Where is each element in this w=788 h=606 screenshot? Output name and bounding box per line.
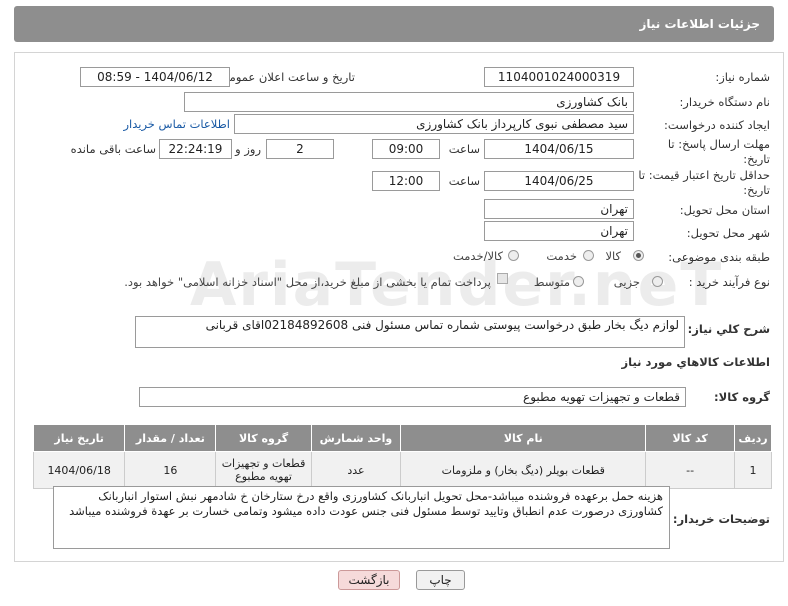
requester-label: ایجاد کننده درخواست: [664, 118, 770, 132]
category-option-goods: کالا [605, 249, 621, 263]
description-label: شرح كلي نياز: [687, 322, 770, 336]
col-date: تاریخ نیاز [32, 424, 126, 452]
requester-field[interactable]: سید مصطفی نبوی کارپرداز بانک کشاورزی [234, 114, 634, 134]
need-number-label: شماره نیاز: [715, 70, 770, 84]
province-label: استان محل تحویل: [679, 203, 770, 217]
page-header: جزئیات اطلاعات نیاز [14, 6, 774, 42]
price-validity-date-field[interactable]: 1404/06/25 [484, 171, 634, 191]
city-field[interactable]: تهران [484, 221, 634, 241]
cell-date: 1404/06/18 [32, 451, 126, 489]
price-validity-label: حداقل تاریخ اعتبار قیمت: تا تاریخ: [638, 168, 770, 197]
cell-quantity: 16 [124, 451, 217, 489]
remaining-label: ساعت باقی مانده [70, 142, 156, 156]
process-radio-minor[interactable] [652, 276, 663, 287]
province-field[interactable]: تهران [484, 199, 634, 219]
announce-datetime-label: تاریخ و ساعت اعلان عمومی: [216, 70, 355, 84]
response-time-field[interactable]: 09:00 [372, 139, 440, 159]
process-option-minor: جزیی [613, 275, 640, 289]
goods-info-title: اطلاعات كالاهاي مورد نياز [621, 355, 770, 369]
process-option-medium: متوسط [533, 275, 570, 289]
days-label: روز و [235, 142, 261, 156]
need-number-field[interactable]: 1104001024000319 [484, 67, 634, 87]
category-option-goods-service: کالا/خدمت [452, 249, 503, 263]
cell-unit: عدد [310, 451, 402, 489]
back-button[interactable]: بازگشت [338, 570, 400, 590]
items-table: ردیف کد کالا نام کالا واحد شمارش گروه کا… [32, 424, 772, 489]
col-quantity: تعداد / مقدار [124, 424, 217, 452]
col-name: نام کالا [400, 424, 647, 452]
goods-group-field[interactable]: قطعات و تجهیزات تهویه مطبوع [139, 387, 686, 407]
days-field[interactable]: 2 [266, 139, 334, 159]
table-header-row: ردیف کد کالا نام کالا واحد شمارش گروه کا… [32, 424, 772, 452]
buyer-org-field[interactable]: بانک کشاورزی [184, 92, 634, 112]
city-label: شهر محل تحویل: [686, 226, 770, 240]
category-option-service: خدمت [546, 249, 577, 263]
buyer-notes-field[interactable]: هزینه حمل برعهده فروشنده میباشد-محل تحوی… [53, 486, 670, 549]
price-validity-time-label: ساعت [448, 174, 480, 188]
category-radio-goods-service[interactable] [508, 250, 519, 261]
col-group: گروه کالا [215, 424, 312, 452]
cell-group: قطعات و تجهیزات تهویه مطبوع [215, 451, 312, 489]
buyer-notes-label: توضیحات خریدار: [672, 512, 770, 526]
page-title: جزئیات اطلاعات نیاز [639, 17, 760, 31]
col-row: ردیف [734, 424, 772, 452]
cell-row: 1 [734, 451, 772, 489]
table-row[interactable]: 1 -- قطعات بویلر (دیگ بخار) و ملزومات عد… [32, 451, 772, 489]
cell-code: -- [645, 451, 736, 489]
category-radio-service[interactable] [583, 250, 594, 261]
remaining-time-field[interactable]: 22:24:19 [159, 139, 232, 159]
process-type-label: نوع فرآیند خرید : [688, 275, 770, 289]
treasury-checkbox[interactable] [497, 273, 508, 284]
goods-group-label: گروه کالا: [714, 390, 770, 404]
process-radio-medium[interactable] [573, 276, 584, 287]
col-code: کد کالا [645, 424, 736, 452]
print-button[interactable]: چاپ [416, 570, 465, 590]
announce-datetime-field[interactable]: 1404/06/12 - 08:59 [80, 67, 230, 87]
buyer-contact-link[interactable]: اطلاعات تماس خریدار [123, 117, 230, 131]
treasury-note: پرداخت تمام یا بخشی از مبلغ خرید،از محل … [124, 275, 491, 289]
price-validity-time-field[interactable]: 12:00 [372, 171, 440, 191]
category-label: طبقه بندی موضوعی: [668, 250, 770, 264]
response-date-field[interactable]: 1404/06/15 [484, 139, 634, 159]
buyer-org-label: نام دستگاه خریدار: [679, 95, 770, 109]
col-unit: واحد شمارش [310, 424, 402, 452]
cell-name: قطعات بویلر (دیگ بخار) و ملزومات [400, 451, 647, 489]
response-time-label: ساعت [448, 142, 480, 156]
description-field[interactable]: لوازم دیگ بخار طبق درخواست پیوستی شماره … [135, 316, 685, 348]
category-radio-goods[interactable] [633, 250, 644, 261]
response-deadline-label: مهلت ارسال پاسخ: تا تاریخ: [667, 137, 770, 166]
